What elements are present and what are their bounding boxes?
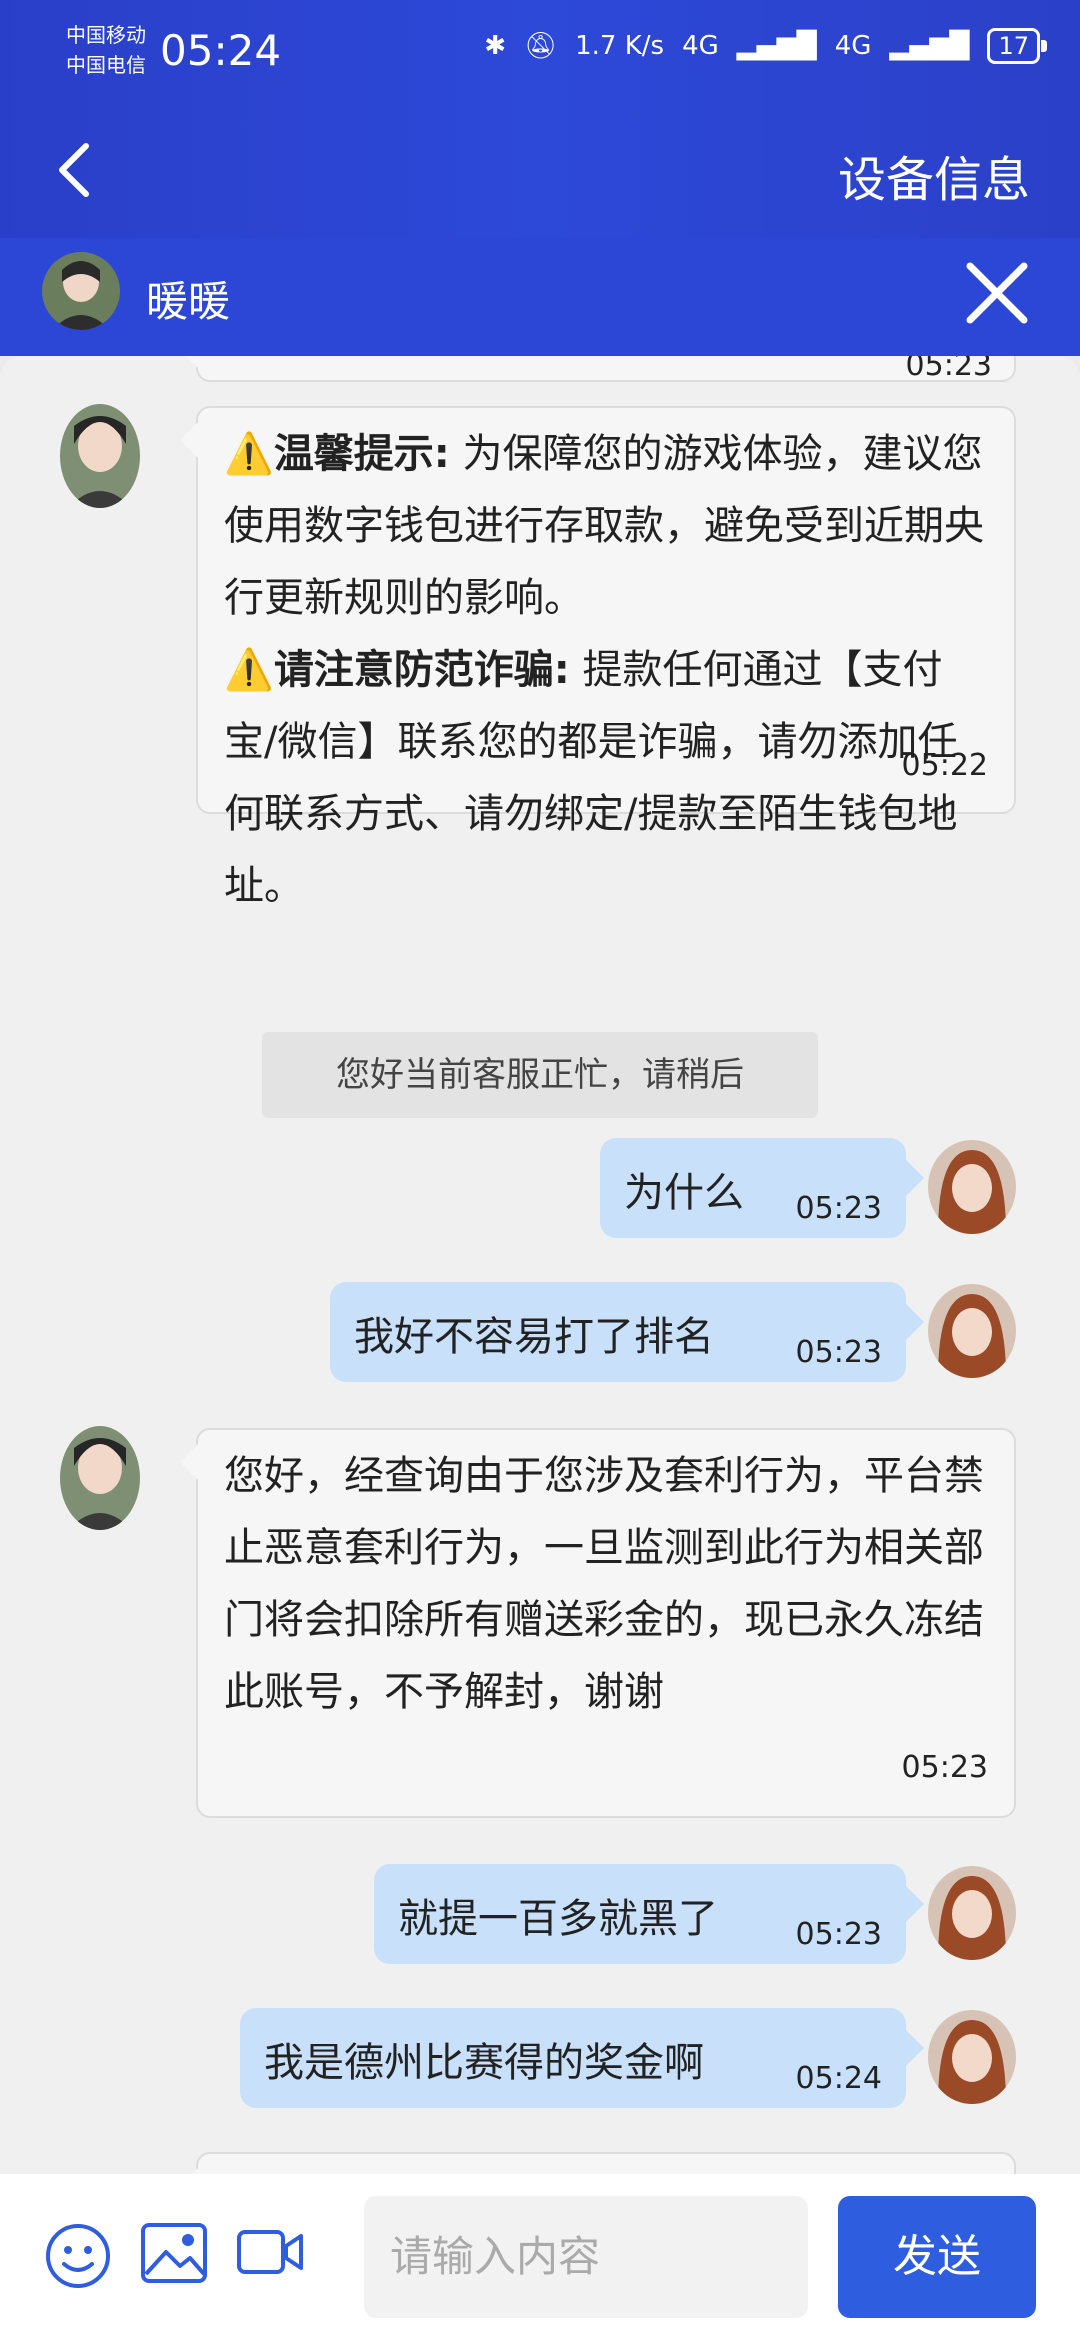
user-avatar[interactable]	[928, 1866, 1016, 1960]
send-button[interactable]: 发送	[838, 2196, 1036, 2318]
message-bubble-partial	[180, 2152, 1016, 2174]
agent-avatar[interactable]	[60, 1426, 140, 1530]
message-time: 05:23	[795, 1191, 882, 1226]
message-text: 我是德州比赛得的奖金啊	[264, 2040, 704, 2086]
status-time: 05:24	[160, 26, 282, 75]
message-time: 05:24	[795, 2061, 882, 2096]
agent-avatar[interactable]	[42, 252, 120, 330]
chat-header: 暖暖	[0, 238, 1080, 356]
carrier-1: 中国移动	[66, 23, 146, 47]
back-arrow-icon[interactable]	[54, 140, 94, 200]
mute-icon: 🔕︎	[524, 31, 558, 61]
message-time: 05:23	[901, 1750, 988, 1785]
signal-bars-icon: ▂▄▆█	[736, 31, 817, 61]
carrier-info: 中国移动 中国电信	[66, 20, 146, 80]
warning-icon: ⚠️	[224, 647, 274, 693]
emoji-icon[interactable]	[44, 2222, 112, 2290]
notice-title: 温馨提示:	[273, 431, 450, 477]
user-avatar[interactable]	[928, 1284, 1016, 1378]
message-text: 就提一百多就黑了	[398, 1896, 718, 1942]
agent-avatar[interactable]	[60, 404, 140, 508]
user-avatar[interactable]	[928, 1140, 1016, 1234]
signal-bars-icon: ▂▄▆█	[889, 31, 970, 61]
warning-icon: ⚠️	[224, 431, 274, 477]
message-time: 05:22	[901, 748, 988, 783]
message-input[interactable]: 请输入内容	[364, 2196, 808, 2318]
user-message-bubble: 为什么 05:23	[600, 1138, 924, 1238]
fraud-title: 请注意防范诈骗:	[273, 647, 570, 693]
message-bubble: 您好，经查询由于您涉及套利行为，平台禁止恶意套利行为，一旦监测到此行为相关部门将…	[180, 1428, 1016, 1818]
user-message-bubble: 就提一百多就黑了 05:23	[374, 1864, 924, 1964]
message-time: 05:23	[795, 1917, 882, 1952]
signal-1: 4G	[682, 31, 719, 61]
image-icon[interactable]	[140, 2222, 208, 2284]
user-avatar[interactable]	[928, 2010, 1016, 2104]
user-message-bubble: 我是德州比赛得的奖金啊 05:24	[240, 2008, 924, 2108]
message-time: 05:23	[905, 356, 992, 383]
battery-icon: 17	[987, 28, 1047, 64]
carrier-2: 中国电信	[66, 53, 146, 77]
message-time: 05:23	[795, 1335, 882, 1370]
chat-scroll-area[interactable]: 05:23 ⚠️温馨提示: 为保障您的游戏体验，建议您使用数字钱包进行存取款，避…	[0, 356, 1080, 2174]
message-text: 我好不容易打了排名	[354, 1314, 714, 1360]
close-icon[interactable]	[962, 258, 1032, 328]
system-notice: 您好当前客服正忙，请稍后	[262, 1032, 818, 1118]
message-bubble: ⚠️温馨提示: 为保障您的游戏体验，建议您使用数字钱包进行存取款，避免受到近期央…	[180, 406, 1016, 909]
top-app-bar: 中国移动 中国电信 05:24 ✱ 🔕︎ 1.7 K/s 4G ▂▄▆█ 4G …	[0, 0, 1080, 238]
page-title: 设备信息	[837, 152, 1030, 208]
video-icon[interactable]	[236, 2226, 304, 2278]
message-text: 为什么	[624, 1170, 744, 1216]
agent-name: 暖暖	[146, 277, 231, 326]
user-message-bubble: 我好不容易打了排名 05:23	[330, 1282, 924, 1382]
message-text: 您好，经查询由于您涉及套利行为，平台禁止恶意套利行为，一旦监测到此行为相关部门将…	[224, 1453, 984, 1715]
status-icons: ✱ 🔕︎ 1.7 K/s 4G ▂▄▆█ 4G ▂▄▆█ 17	[484, 28, 1047, 64]
message-bubble-partial: 05:23	[180, 356, 1016, 383]
bluetooth-icon: ✱	[484, 31, 507, 61]
net-speed: 1.7 K/s	[575, 31, 665, 61]
signal-2: 4G	[834, 31, 872, 61]
